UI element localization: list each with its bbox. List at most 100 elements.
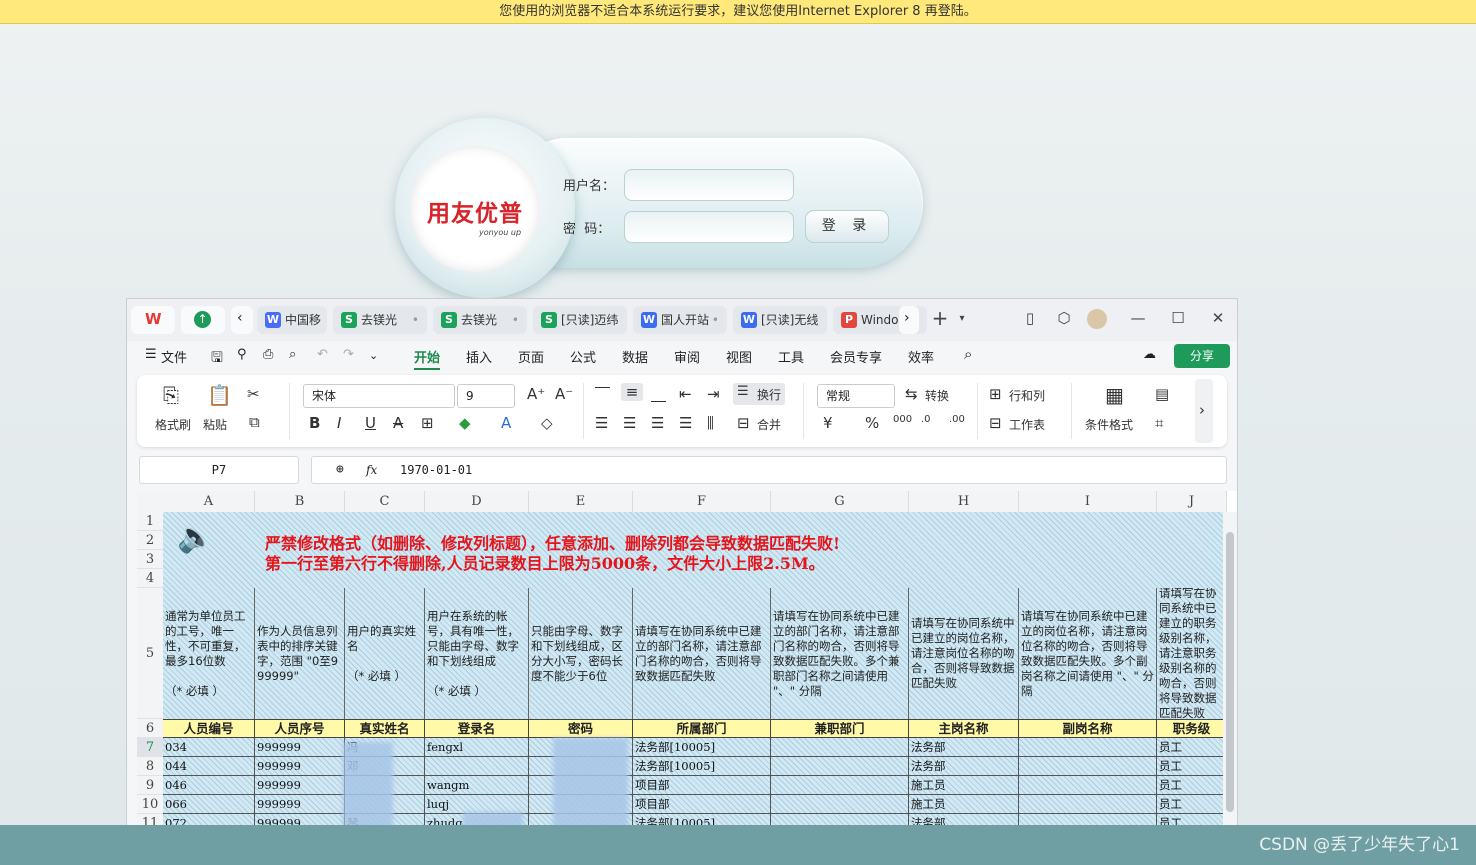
table-header-cell[interactable]: 密码 <box>529 719 633 738</box>
cut-icon[interactable]: ✂ <box>247 385 260 403</box>
zoom-icon[interactable]: ⊕ <box>336 457 344 483</box>
menu-member[interactable]: 会员专享 <box>830 347 882 366</box>
paste-icon[interactable]: 📋 <box>207 383 232 407</box>
table-cell[interactable]: 046 <box>163 776 255 795</box>
wps-logo-button[interactable]: W <box>131 306 175 334</box>
column-header[interactable]: E <box>529 491 633 512</box>
column-description[interactable]: 请填写在协同系统中已建立的部门名称，请注意部门名称的吻合，否则将导致数据匹配失败 <box>633 588 771 719</box>
row-header[interactable]: 3 <box>137 550 163 569</box>
table-header-cell[interactable]: 主岗名称 <box>909 719 1019 738</box>
menu-review[interactable]: 审阅 <box>674 347 700 366</box>
align-right-icon[interactable]: ☰ <box>651 414 664 432</box>
column-description[interactable]: 请填写在协同系统中已建立的职务级别名称，请注意职务级别名称的吻合，否则将导致数据… <box>1157 588 1227 719</box>
border-icon[interactable]: ⊞ <box>421 414 434 432</box>
worksheet-button[interactable]: 工作表 <box>1009 416 1045 433</box>
table-cell[interactable]: 员工 <box>1157 757 1227 776</box>
column-header[interactable]: I <box>1019 491 1157 512</box>
font-name-select[interactable]: 宋体 <box>303 384 455 408</box>
row-header[interactable]: 4 <box>137 569 163 588</box>
column-description[interactable]: 用户的真实姓名 （* 必填 ） <box>345 588 425 719</box>
document-tab[interactable]: W 国人开站 • <box>633 306 727 334</box>
column-header[interactable]: G <box>771 491 909 512</box>
table-cell[interactable] <box>1019 757 1157 776</box>
rows-cols-icon[interactable]: ⊞ <box>989 385 1002 403</box>
column-header[interactable]: H <box>909 491 1019 512</box>
menu-tools[interactable]: 工具 <box>778 347 804 366</box>
table-cell[interactable]: 员工 <box>1157 738 1227 757</box>
convert-button[interactable]: 转换 <box>925 387 949 404</box>
strikethrough-icon[interactable]: A <box>393 414 403 432</box>
align-bottom-icon[interactable]: ⎽ <box>651 385 666 403</box>
document-tab[interactable]: W [只读]无线 • <box>733 306 827 334</box>
fill-color-icon[interactable]: ◆ <box>459 414 471 432</box>
table-cell[interactable]: 法务部[10005] <box>633 757 771 776</box>
column-header[interactable]: C <box>345 491 425 512</box>
row-header[interactable]: 1 <box>137 512 163 531</box>
rows-cols-button[interactable]: 行和列 <box>1009 387 1045 404</box>
layout-icon[interactable]: ▯ <box>1019 309 1041 327</box>
link-icon[interactable]: ⚲ <box>237 347 247 362</box>
font-shrink-icon[interactable]: A⁻ <box>555 385 573 403</box>
menu-insert[interactable]: 插入 <box>466 347 492 366</box>
merge-button[interactable]: 合并 <box>757 416 781 433</box>
row-header[interactable]: 8 <box>137 757 163 776</box>
font-color-icon[interactable]: A <box>501 414 511 432</box>
table-header-cell[interactable]: 副岗名称 <box>1019 719 1157 738</box>
table-header-cell[interactable]: 所属部门 <box>633 719 771 738</box>
undo-icon[interactable]: ↶ <box>317 347 328 362</box>
print-preview-icon[interactable]: ⌕ <box>289 347 296 362</box>
underline-icon[interactable]: U <box>365 414 376 432</box>
table-cell[interactable]: 066 <box>163 795 255 814</box>
menu-formula[interactable]: 公式 <box>570 347 596 366</box>
conditional-format-icon[interactable]: ▦ <box>1105 383 1124 407</box>
column-description[interactable]: 请填写在协同系统中已建立的部门名称，请注意部门名称的吻合，否则将导致数据匹配失败… <box>771 588 909 719</box>
chevron-down-icon[interactable]: ▾ <box>951 313 973 324</box>
copy-icon[interactable]: ⧉ <box>249 413 260 431</box>
column-description[interactable]: 请填写在协同系统中已建立的岗位名称，请注意岗位名称的吻合，否则将导致数据匹配失败 <box>909 588 1019 719</box>
row-header[interactable]: 9 <box>137 776 163 795</box>
table-cell[interactable] <box>771 795 909 814</box>
ribbon-expand-button[interactable]: › <box>1195 379 1213 443</box>
table-cell[interactable]: 项目部 <box>633 795 771 814</box>
align-center-icon[interactable]: ☰ <box>623 414 636 432</box>
convert-icon[interactable]: ⇆ <box>905 385 918 403</box>
tabs-scroll-left[interactable]: ‹ <box>231 306 253 334</box>
table-cell[interactable]: 员工 <box>1157 776 1227 795</box>
table-header-cell[interactable]: 登录名 <box>425 719 529 738</box>
decrease-decimal-icon[interactable]: .00 <box>949 414 965 425</box>
table-cell[interactable]: 044 <box>163 757 255 776</box>
column-header[interactable]: F <box>633 491 771 512</box>
merge-icon[interactable]: ⊟ <box>737 414 750 432</box>
percent-icon[interactable]: % <box>865 414 879 432</box>
column-description[interactable]: 作为人员信息列表中的排序关键字，范围 "0至999999" <box>255 588 345 719</box>
print-icon[interactable]: ⎙ <box>263 347 273 362</box>
format-painter-icon[interactable]: ⎘ <box>163 383 179 407</box>
save-icon[interactable]: 🖫 <box>211 347 223 371</box>
table-cell[interactable]: 项目部 <box>633 776 771 795</box>
worksheet-icon[interactable]: ⊟ <box>989 414 1002 432</box>
username-input[interactable] <box>624 169 794 201</box>
conditional-format-button[interactable]: 条件格式 <box>1085 416 1133 433</box>
maximize-icon[interactable]: ☐ <box>1167 309 1189 327</box>
document-tab[interactable]: S 去镁光 • <box>333 306 427 334</box>
menu-view[interactable]: 视图 <box>726 347 752 366</box>
table-cell[interactable]: wangm <box>425 776 529 795</box>
table-cell[interactable]: 法务部 <box>909 738 1019 757</box>
box-icon[interactable]: ⬡ <box>1053 309 1075 327</box>
avatar[interactable] <box>1087 309 1107 329</box>
row-header[interactable]: 2 <box>137 531 163 550</box>
indent-increase-icon[interactable]: ⇥ <box>707 385 720 403</box>
table-cell[interactable] <box>425 757 529 776</box>
align-top-icon[interactable]: ⎺ <box>595 385 610 403</box>
indent-decrease-icon[interactable]: ⇤ <box>679 385 692 403</box>
login-button[interactable]: 登 录 <box>805 210 889 243</box>
menu-efficiency[interactable]: 效率 <box>908 347 934 366</box>
thousands-icon[interactable]: 000 <box>893 414 912 425</box>
redo-icon[interactable]: ↷ <box>343 347 354 362</box>
table-header-cell[interactable]: 人员序号 <box>255 719 345 738</box>
column-header[interactable]: B <box>255 491 345 512</box>
wrap-text-button[interactable]: 换行 ☰ <box>733 383 785 405</box>
table-cell[interactable]: 999999 <box>255 738 345 757</box>
table-cell[interactable]: 施工员 <box>909 795 1019 814</box>
format-painter-button[interactable]: 格式刷 <box>155 416 191 433</box>
